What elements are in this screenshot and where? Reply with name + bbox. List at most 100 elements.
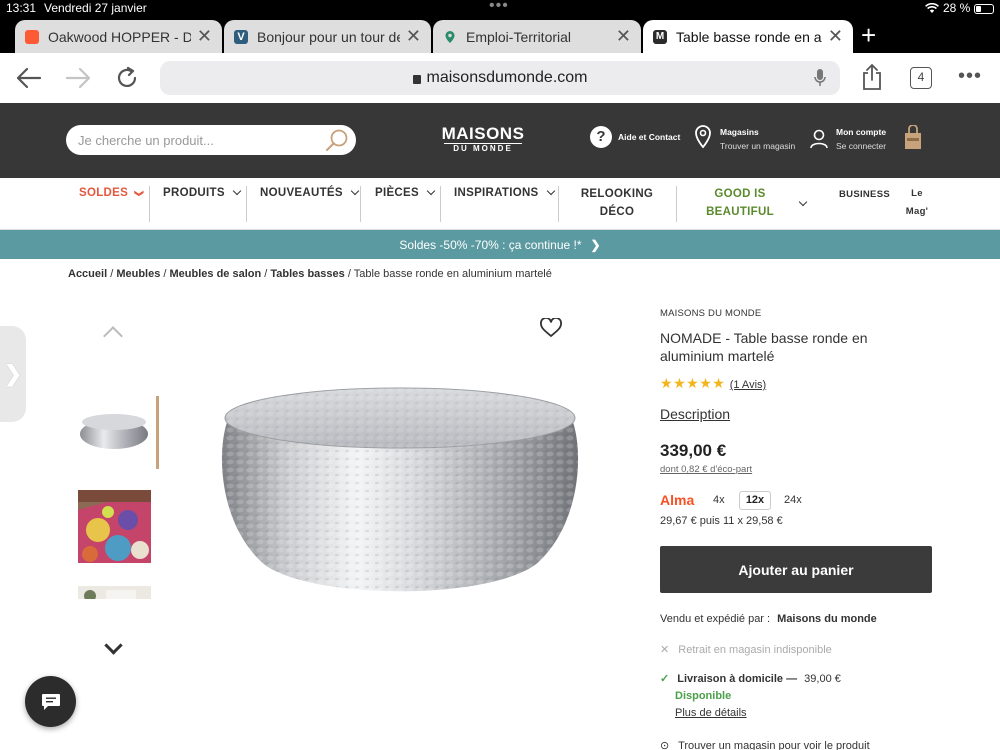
browser-tab[interactable]: Oakwood HOPPER - Dou ✕ [15, 20, 222, 53]
help-contact-link[interactable]: Aide et Contact [618, 132, 680, 142]
alma-logo: Alma [660, 492, 695, 508]
tab-title: Bonjour pour un tour de [257, 28, 400, 45]
url-text: maisonsdumonde.com [426, 69, 588, 86]
breadcrumb-current: Table basse ronde en aluminium martelé [353, 268, 552, 280]
breadcrumb-link[interactable]: Meubles de salon [170, 268, 262, 280]
account-subtitle: Se connecter [836, 141, 887, 151]
thumbnail-selection-bar [156, 396, 159, 469]
chevron-down-icon [233, 186, 242, 196]
wifi-icon [925, 3, 939, 13]
home-delivery-status: ✓ Livraison à domicile — 39,00 € [660, 672, 841, 685]
nav-item-business[interactable]: BUSINESS [839, 189, 890, 200]
promo-banner[interactable]: Soldes -50% -70% : ça continue !* ❯ [0, 230, 1000, 259]
nav-label: NOUVEAUTÉS [260, 187, 343, 199]
main-product-image[interactable] [205, 370, 595, 610]
forward-icon[interactable] [65, 67, 91, 89]
nav-divider [558, 186, 559, 222]
account-link[interactable]: Mon compte Se connecter [836, 125, 886, 153]
back-icon[interactable] [16, 67, 42, 89]
nav-divider [246, 186, 247, 222]
find-store-link[interactable]: ⊙ Trouver un magasin pour voir le produi… [660, 739, 870, 750]
nav-label: INSPIRATIONS [454, 187, 539, 199]
nav-item-good-is-beautiful[interactable]: GOOD IS BEAUTIFUL [700, 185, 780, 221]
stores-link[interactable]: Magasins Trouver un magasin [720, 125, 795, 153]
breadcrumb-link[interactable]: Tables basses [270, 268, 344, 280]
wishlist-heart-icon[interactable] [540, 318, 562, 338]
more-options-icon[interactable]: ••• [958, 65, 982, 88]
nav-item-nouveautes[interactable]: NOUVEAUTÉS [260, 186, 360, 199]
nav-label: Le [911, 188, 923, 199]
installment-option[interactable]: 24x [784, 494, 802, 506]
chevron-down-icon[interactable] [798, 197, 808, 207]
nav-item-inspirations[interactable]: INSPIRATIONS [454, 186, 556, 199]
nav-divider [440, 186, 441, 222]
chat-button[interactable] [25, 676, 76, 727]
installment-option-selected[interactable]: 12x [739, 491, 771, 510]
tab-title: Table basse ronde en alu [676, 28, 822, 45]
breadcrumb-link[interactable]: Meubles [116, 268, 160, 280]
product-thumbnail[interactable] [78, 586, 151, 599]
sidebar-handle[interactable]: ❯ [0, 326, 26, 422]
x-icon: ✕ [660, 644, 670, 656]
nav-item-produits[interactable]: PRODUITS [163, 186, 242, 199]
more-details-link[interactable]: Plus de détails [675, 707, 747, 719]
close-tab-icon[interactable]: ✕ [197, 26, 212, 47]
breadcrumb-link[interactable]: Accueil [68, 268, 107, 280]
logo-line2: DU MONDE [444, 143, 522, 154]
eco-part-link[interactable]: dont 0,82 € d'éco-part [660, 464, 752, 475]
store-location-icon[interactable] [694, 125, 712, 149]
star-rating[interactable]: ★★★★★ (1 Avis) [660, 375, 766, 392]
address-bar[interactable]: maisonsdumonde.com [160, 61, 840, 95]
battery-percent: 28 % [943, 1, 971, 15]
nav-item-pieces[interactable]: PIÈCES [375, 186, 436, 199]
chat-icon [41, 693, 60, 710]
multitask-dots-icon[interactable]: ••• [489, 0, 509, 15]
installment-option[interactable]: 4x [713, 494, 725, 506]
chevron-right-icon: ❯ [3, 361, 23, 386]
nav-label: DÉCO [599, 206, 635, 218]
account-icon[interactable] [810, 129, 828, 149]
share-icon[interactable] [861, 63, 883, 91]
breadcrumb: Accueil / Meubles / Meubles de salon / T… [68, 268, 552, 280]
help-icon[interactable]: ? [590, 126, 612, 148]
nav-label: BUSINESS [839, 189, 890, 200]
reviews-link[interactable]: (1 Avis) [730, 379, 766, 391]
thumbnail-partial-image [78, 586, 151, 599]
nav-divider [149, 186, 150, 222]
stores-subtitle: Trouver un magasin [720, 141, 796, 151]
microphone-icon[interactable] [814, 69, 826, 87]
close-tab-icon[interactable]: ✕ [406, 26, 421, 47]
product-thumbnail-selected[interactable] [78, 396, 151, 469]
reload-icon[interactable] [115, 66, 139, 90]
browser-tab-active[interactable]: M Table basse ronde en alu ✕ [643, 20, 853, 53]
status-bar: 13:31 Vendredi 27 janvier ••• 28 % [0, 0, 1000, 18]
tab-favicon-icon [445, 30, 455, 43]
product-title: NOMADE - Table basse ronde en aluminium … [660, 329, 868, 365]
tab-count-button[interactable]: 4 [910, 67, 932, 89]
browser-tab[interactable]: V Bonjour pour un tour de ✕ [224, 20, 431, 53]
search-icon[interactable] [324, 128, 350, 152]
nav-item-relooking-deco[interactable]: RELOOKING DÉCO [576, 185, 658, 221]
product-brand[interactable]: MAISONS DU MONDE [660, 308, 761, 319]
browser-tab[interactable]: Emploi-Territorial ✕ [433, 20, 641, 53]
product-thumbnail[interactable] [78, 490, 151, 563]
sold-by-label: Vendu et expédié par : [660, 613, 771, 625]
product-title-line: NOMADE - Table basse ronde en [660, 330, 868, 346]
thumbnails-down-arrow-icon[interactable] [104, 636, 123, 655]
delivery-label: Livraison à domicile — [677, 673, 798, 685]
nav-item-le-mag[interactable]: Le Mag' [904, 185, 930, 221]
delivery-price: 39,00 € [804, 673, 841, 685]
status-date: Vendredi 27 janvier [44, 1, 147, 15]
thumbnails-up-arrow-icon[interactable] [103, 326, 123, 346]
chevron-down-icon [546, 186, 556, 196]
add-to-cart-button[interactable]: Ajouter au panier [660, 546, 932, 593]
close-tab-icon[interactable]: ✕ [828, 26, 843, 47]
search-input[interactable]: Je cherche un produit... [66, 125, 356, 155]
shopping-bag-icon[interactable] [903, 125, 923, 151]
description-link[interactable]: Description [660, 406, 730, 422]
new-tab-icon[interactable]: + [861, 20, 876, 51]
close-tab-icon[interactable]: ✕ [616, 26, 631, 47]
site-logo[interactable]: MAISONS DU MONDE [440, 125, 526, 154]
nav-item-soldes[interactable]: SOLDES ❯ [79, 187, 144, 199]
browser-toolbar: maisonsdumonde.com 4 ••• [0, 53, 1000, 103]
